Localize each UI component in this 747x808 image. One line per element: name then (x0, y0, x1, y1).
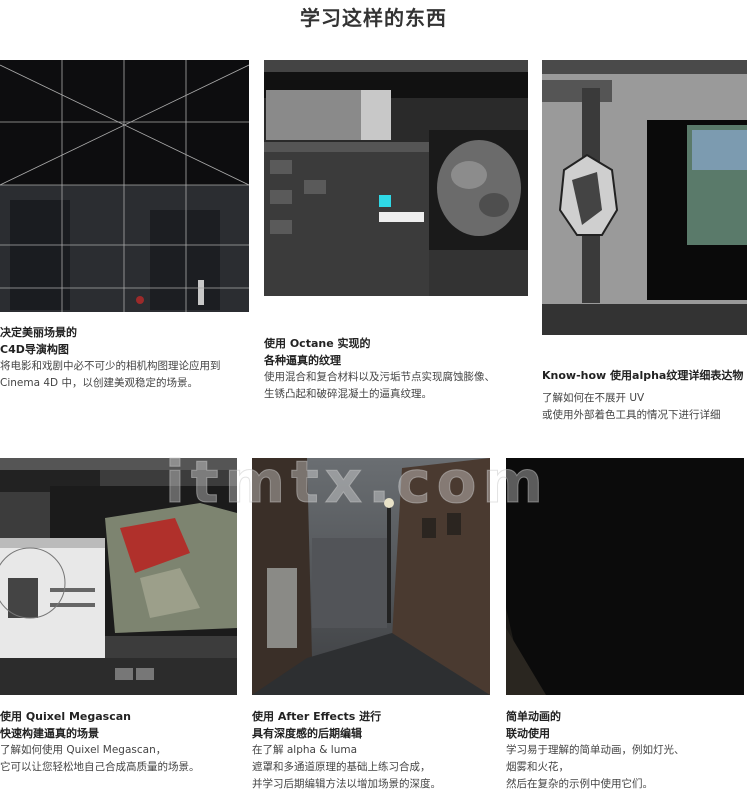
card-heading: 具有深度感的后期编辑 (252, 727, 362, 740)
card-description: 或使用外部着色工具的情况下进行详细 (542, 409, 721, 421)
card-description: 生锈凸起和破碎混凝土的逼真纹理。 (264, 388, 432, 400)
card-description: 遮罩和多通道原理的基础上练习合成， (252, 761, 431, 773)
thumbnail-composition[interactable] (0, 60, 249, 312)
card-description: 它可以让您轻松地自己合成高质量的场景。 (0, 761, 200, 773)
thumbnail-alpha-textures[interactable] (542, 60, 747, 335)
card-heading: 联动使用 (506, 727, 550, 740)
thumbnail-animation[interactable] (506, 458, 744, 695)
thumbnail-octane-textures[interactable] (264, 60, 528, 296)
card-caption: 使用 After Effects 进行 具有深度感的后期编辑 在了解 alpha… (252, 708, 490, 793)
card-description: Cinema 4D 中，以创建美观稳定的场景。 (0, 377, 198, 389)
card-caption: 使用 Octane 实现的 各种逼真的纹理 使用混合和复合材料以及污垢节点实现腐… (264, 335, 529, 403)
card-heading: 决定美丽场景的 (0, 326, 77, 339)
card-description: 了解如何在不展开 UV (542, 392, 645, 404)
card-heading: 使用 Octane 实现的 (264, 337, 371, 350)
card-heading: C4D导演构图 (0, 343, 69, 356)
card-description: 使用混合和复合材料以及污垢节点实现腐蚀膨像、 (264, 371, 495, 383)
card-description: 烟雾和火花， (506, 761, 569, 773)
card-description: 将电影和戏剧中必不可少的相机构图理论应用到 (0, 360, 221, 372)
card-description: 学习易于理解的简单动画，例如灯光、 (506, 744, 685, 756)
card-description: 了解如何使用 Quixel Megascan， (0, 744, 167, 756)
card-heading: 使用 Quixel Megascan (0, 710, 131, 723)
alpha-texture-image (542, 60, 747, 335)
card-heading: 各种逼真的纹理 (264, 354, 341, 367)
card-description: 在了解 alpha & luma (252, 744, 358, 756)
card-heading: 使用 After Effects 进行 (252, 710, 382, 723)
thumbnail-after-effects[interactable] (252, 458, 490, 695)
card-caption: 简单动画的 联动使用 学习易于理解的简单动画，例如灯光、 烟雾和火花， 然后在复… (506, 708, 746, 793)
card-heading: Know-how 使用alpha纹理详细表达物 (542, 369, 744, 382)
megascan-scene-image (0, 458, 237, 695)
section-title: 学习这样的东西 (300, 6, 447, 30)
card-caption: 使用 Quixel Megascan 快速构建逼真的场景 了解如何使用 Quix… (0, 708, 238, 776)
card-description: 然后在复杂的示例中使用它们。 (506, 778, 653, 790)
card-caption: Know-how 使用alpha纹理详细表达物 了解如何在不展开 UV 或使用外… (542, 367, 747, 424)
dark-animation-image (506, 458, 744, 695)
composition-grid-image (0, 60, 249, 312)
card-heading: 简单动画的 (506, 710, 561, 723)
octane-node-editor-image (264, 60, 528, 296)
card-description: 并学习后期编辑方法以增加场景的深度。 (252, 778, 441, 790)
card-heading: 快速构建逼真的场景 (0, 727, 99, 740)
thumbnail-megascan[interactable] (0, 458, 237, 695)
card-caption: 决定美丽场景的 C4D导演构图 将电影和戏剧中必不可少的相机构图理论应用到 Ci… (0, 324, 250, 392)
street-scene-image (252, 458, 490, 695)
